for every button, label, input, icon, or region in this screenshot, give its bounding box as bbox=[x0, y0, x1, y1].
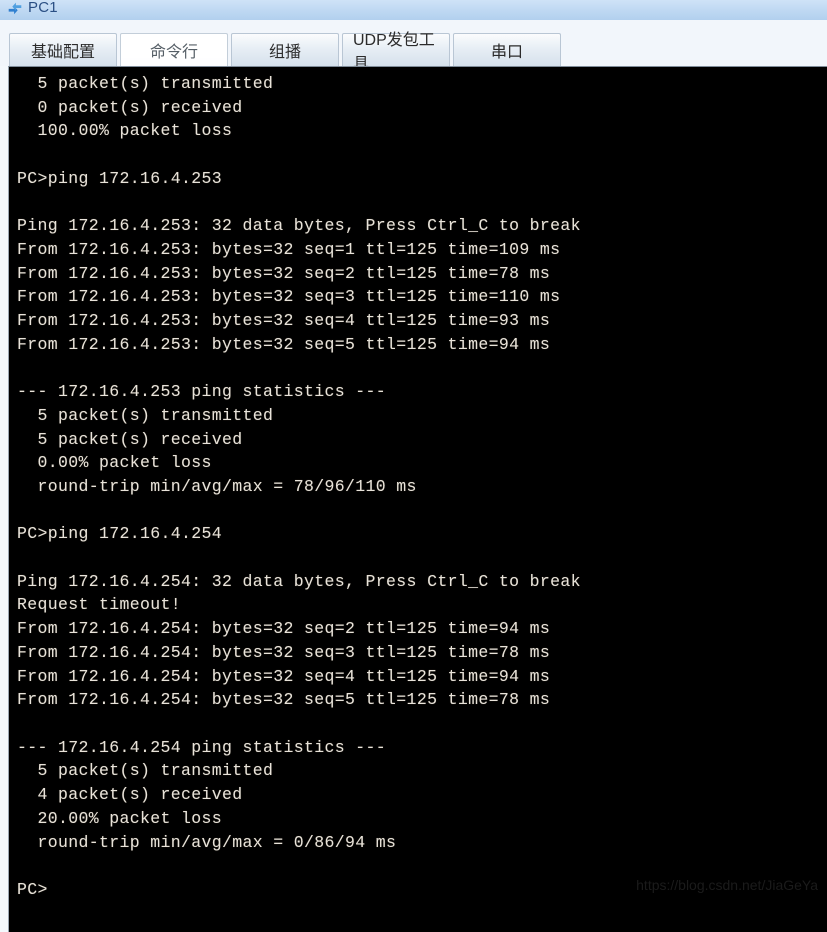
network-device-icon bbox=[8, 2, 22, 15]
tab-label: 组播 bbox=[268, 44, 301, 61]
tab-serial-port[interactable]: 串口 bbox=[453, 33, 561, 66]
tab-label: 串口 bbox=[490, 44, 523, 61]
tab-label: 基础配置 bbox=[30, 44, 95, 61]
tab-basic-config[interactable]: 基础配置 bbox=[9, 33, 117, 66]
window-left-edge bbox=[0, 66, 8, 932]
watermark-text: https://blog.csdn.net/JiaGeYa bbox=[636, 877, 818, 893]
tab-row: 基础配置 命令行 组播 UDP发包工具 串口 bbox=[9, 32, 561, 73]
tab-udp-tool[interactable]: UDP发包工具 bbox=[342, 32, 450, 73]
window-titlebar: PC1 bbox=[0, 0, 827, 20]
tab-label: 命令行 bbox=[149, 44, 198, 61]
window-title: PC1 bbox=[28, 0, 58, 16]
pc1-window: PC1 基础配置 命令行 组播 UDP发包工具 串口 5 packet(s) t… bbox=[0, 0, 827, 932]
console-output[interactable]: 5 packet(s) transmitted 0 packet(s) rece… bbox=[17, 72, 581, 902]
console-panel[interactable]: 5 packet(s) transmitted 0 packet(s) rece… bbox=[8, 66, 827, 932]
tab-command-line[interactable]: 命令行 bbox=[120, 33, 228, 66]
tab-strip: 基础配置 命令行 组播 UDP发包工具 串口 bbox=[0, 20, 827, 73]
tab-multicast[interactable]: 组播 bbox=[231, 33, 339, 66]
